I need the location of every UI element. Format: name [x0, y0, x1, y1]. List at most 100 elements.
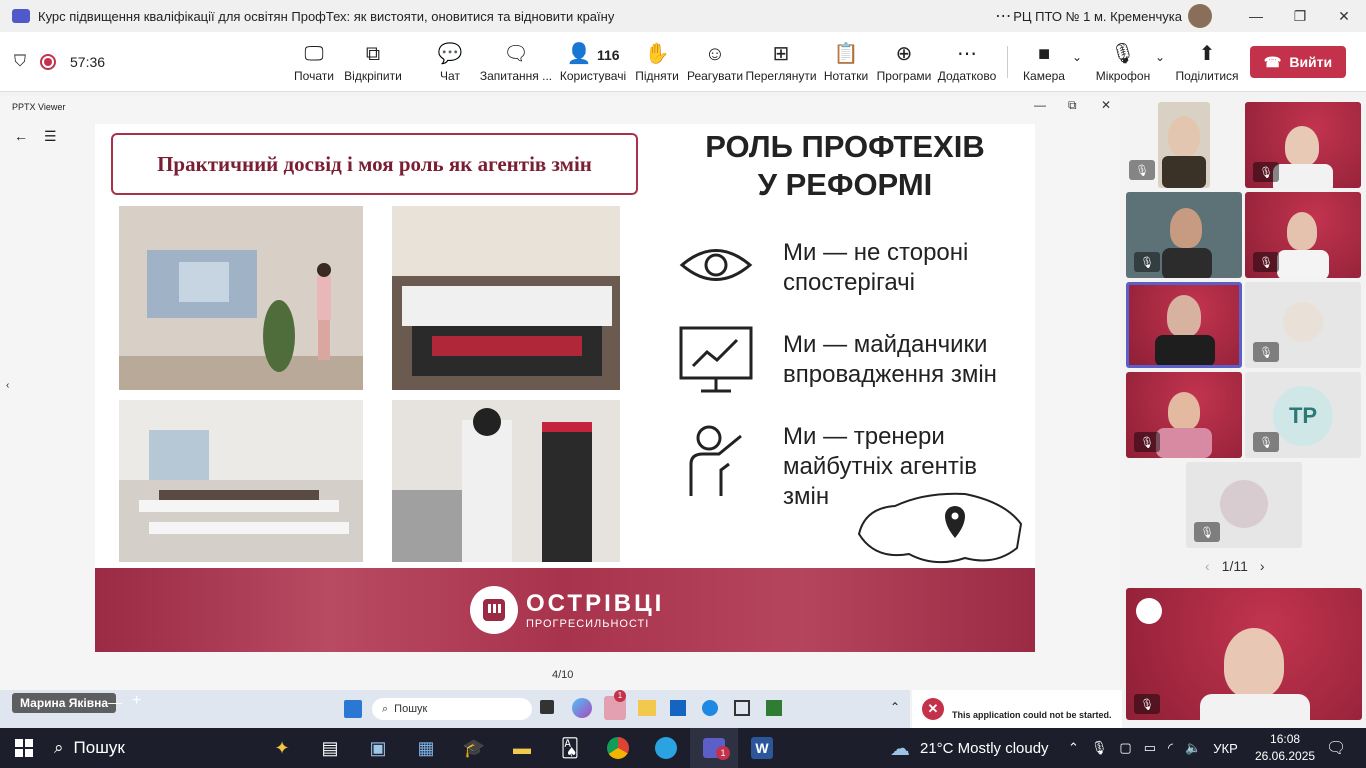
meeting-toolbar: ⛉ 57:36 🖵 Почати ⧉ Відкріпити 💬 Чат 🗨 За… — [0, 32, 1366, 92]
self-view-tile[interactable]: 🎙 — [1126, 588, 1362, 720]
chat-button[interactable]: 💬 Чат — [438, 32, 463, 92]
slide-photo-classroom — [119, 400, 363, 562]
viewer-close-icon[interactable]: ✕ — [1101, 98, 1111, 112]
camera-icon: ■ — [1037, 43, 1051, 65]
copilot-sparkle-icon[interactable]: ✦ — [258, 728, 306, 768]
inner-search-box: ⌕ Пошук — [372, 698, 532, 720]
grid-icon: ⊞ — [772, 43, 790, 65]
chrome-icon[interactable] — [594, 728, 642, 768]
viewer-minimize-icon[interactable]: — — [1034, 98, 1046, 112]
system-clock[interactable]: 16:08 26.06.2025 — [1255, 731, 1315, 765]
leave-button[interactable]: ☎ Вийти — [1250, 46, 1346, 78]
pager-prev-icon[interactable]: ‹ — [1205, 558, 1210, 574]
notes-button[interactable]: 📋 Нотатки — [824, 32, 868, 92]
presenter-name-badge: Марина Яківна — [12, 693, 117, 713]
presenter-minimize-icon[interactable]: — — [108, 694, 122, 710]
recording-icon — [40, 53, 57, 70]
camera-chevron-down-icon[interactable]: ⌄ — [1072, 50, 1082, 64]
volume-icon[interactable]: 🔈 — [1185, 740, 1201, 756]
notification-badge: 1 — [614, 690, 626, 702]
collapse-left-icon[interactable]: ‹ — [6, 380, 9, 391]
slide-footer-banner: ОСТРІВЦІ ПРОГРЕСИЛЬНОСТІ — [95, 568, 1035, 652]
unpin-button[interactable]: ⧉ Відкріпити — [344, 32, 402, 92]
more-button[interactable]: ⋯ Додатково — [938, 32, 997, 92]
wifi-icon[interactable]: ◜ — [1168, 740, 1173, 756]
menu-icon[interactable]: ☰ — [44, 128, 57, 145]
participant-tile[interactable] — [1158, 102, 1210, 188]
participant-tile[interactable]: 🎙 — [1186, 462, 1302, 548]
microphone-button[interactable]: 🎙 Мікрофон — [1096, 32, 1150, 92]
window-title: Курс підвищення кваліфікації для освітян… — [38, 8, 615, 24]
battery-icon[interactable]: ▭ — [1144, 740, 1156, 756]
language-indicator[interactable]: УКР — [1213, 741, 1238, 756]
file-explorer-icon[interactable]: ▬ — [498, 728, 546, 768]
mic-muted-icon: 🎙 — [1129, 160, 1155, 180]
teams-icon[interactable]: 1 — [690, 728, 738, 768]
telegram-icon[interactable] — [642, 728, 690, 768]
inner-windows-start-icon — [344, 700, 362, 718]
graduation-app-icon[interactable]: 🎓 — [450, 728, 498, 768]
participant-tile[interactable]: 🎙 — [1126, 192, 1242, 278]
inner-chevron-up-icon: ⌃ — [890, 700, 901, 714]
excel-icon — [766, 700, 782, 716]
pictures-app-icon[interactable]: ▣ — [354, 728, 402, 768]
minimize-icon[interactable]: — — [1234, 8, 1278, 24]
slide-photo-cooking — [392, 400, 620, 562]
participant-tile[interactable]: 🎙 — [1127, 156, 1157, 182]
microphone-icon[interactable]: 🎙 — [1091, 740, 1108, 756]
start-button[interactable]: 🖵 Почати — [294, 32, 334, 92]
back-arrow-icon[interactable]: ← — [14, 128, 28, 144]
participant-tile-active[interactable] — [1126, 282, 1242, 368]
people-button[interactable]: 👤 116 Користувачі — [560, 32, 626, 92]
presenter-plus-icon[interactable]: + — [132, 692, 141, 710]
camera-tray-icon[interactable]: ▢ — [1119, 740, 1131, 756]
camera-button[interactable]: ■ Камера — [1023, 32, 1065, 92]
store-icon — [670, 700, 686, 716]
participant-tile[interactable]: 🎙 — [1245, 192, 1361, 278]
notification-center-icon[interactable]: 🗨 — [1326, 738, 1346, 758]
teams-app-icon — [12, 9, 30, 23]
hand-icon: ✋ — [644, 43, 670, 65]
viewer-restore-icon[interactable]: ⧉ — [1068, 98, 1077, 113]
windows-start-button[interactable] — [0, 739, 48, 757]
presentation-app-icon[interactable]: ▦ — [402, 728, 450, 768]
participant-face — [1168, 116, 1200, 156]
ukraine-map-icon — [857, 492, 1023, 564]
maximize-icon[interactable]: ❐ — [1278, 8, 1322, 25]
apps-button[interactable]: ⊕ Програми — [877, 32, 932, 92]
participants-count: 116 — [596, 47, 620, 63]
mic-muted-icon: 🎙 — [1253, 432, 1279, 452]
more-options-icon[interactable]: ⋯ — [993, 6, 1013, 26]
close-icon[interactable]: ✕ — [1322, 8, 1366, 25]
word-icon[interactable]: W — [738, 728, 786, 768]
meeting-status: ⛉ 57:36 — [0, 53, 280, 71]
participant-face — [1167, 295, 1201, 337]
participant-tile[interactable]: 🎙 — [1245, 282, 1361, 368]
task-view-icon — [540, 700, 554, 714]
react-button[interactable]: ☺ Реагувати — [687, 32, 743, 92]
qa-button[interactable]: 🗨 Запитання ... — [480, 32, 552, 92]
raise-hand-button[interactable]: ✋ Підняти — [635, 32, 679, 92]
share-button[interactable]: ⬆ Поділитися — [1175, 32, 1238, 92]
task-view-icon[interactable]: ▤ — [306, 728, 354, 768]
toolbar-divider — [1007, 46, 1008, 78]
pager-next-icon[interactable]: › — [1260, 558, 1265, 574]
participant-tile[interactable]: TP 🎙 — [1245, 372, 1361, 458]
solitaire-icon[interactable]: 🂡 — [546, 728, 594, 768]
taskbar-search[interactable]: ⌕ Пошук — [48, 738, 258, 758]
organization-name[interactable]: РЦ ПТО № 1 м. Кременчука — [1013, 9, 1182, 24]
participant-tile[interactable]: 🎙 — [1126, 372, 1242, 458]
participant-body — [1162, 156, 1206, 188]
smile-icon: ☺ — [704, 43, 726, 65]
weather-widget[interactable]: ☁ 21°C Mostly cloudy — [890, 728, 1049, 768]
mic-muted-icon: 🎙 — [1194, 522, 1220, 542]
account-avatar[interactable] — [1188, 4, 1212, 28]
participant-avatar — [1283, 302, 1323, 342]
view-button[interactable]: ⊞ Переглянути — [745, 32, 816, 92]
participant-body — [1156, 428, 1212, 458]
chevron-up-icon[interactable]: ⌃ — [1068, 740, 1079, 756]
participant-tile[interactable]: 🎙 — [1245, 102, 1361, 188]
mic-chevron-down-icon[interactable]: ⌄ — [1155, 50, 1165, 64]
qa-icon: 🗨 — [503, 43, 529, 65]
plus-icon: ⊕ — [895, 43, 913, 65]
